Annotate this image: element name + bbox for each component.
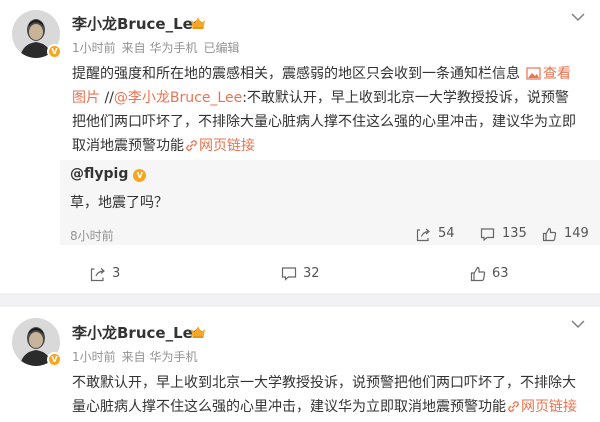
share-icon — [90, 268, 105, 282]
thumbs-up-icon — [542, 227, 557, 242]
retweet-text: 草，地震了吗？ — [70, 195, 168, 211]
verified-badge-icon: V — [47, 44, 62, 59]
thumbs-up-icon — [470, 266, 486, 282]
retweet-username-text[interactable]: @flypig — [70, 166, 128, 182]
chevron-down-icon[interactable] — [571, 319, 585, 329]
retweet-time[interactable]: 8小时前 — [70, 227, 114, 244]
retweet-username[interactable]: @flypig V — [70, 166, 147, 182]
comment-count: 32 — [303, 266, 320, 281]
comment-icon — [480, 228, 495, 242]
edited-label[interactable]: 已编辑 — [203, 41, 239, 55]
post-time[interactable]: 1小时前 — [72, 41, 116, 55]
post-body: 提醒的强度和所在地的震感相关，震感弱的地区只会收到一条通知栏信息 查看 图片 //… — [72, 62, 592, 158]
mention-link[interactable]: @李小龙Bruce_Lee — [114, 90, 242, 106]
chevron-down-icon[interactable] — [571, 12, 585, 22]
view-image-link-cont[interactable]: 图片 — [72, 90, 100, 106]
post-actions-bar: 3 32 63 — [0, 262, 600, 286]
repost-count: 54 — [438, 226, 455, 241]
like-count: 149 — [564, 226, 589, 241]
like-count: 63 — [492, 266, 509, 281]
post-meta: 1小时前 来自 华为手机 — [72, 348, 203, 365]
comment-icon — [281, 267, 297, 281]
post-time[interactable]: 1小时前 — [72, 350, 116, 364]
post-text-line: 不敢默认开，早上收到北京一大学教授投诉，说预警把他们两口吓坏了，不排除大 — [72, 375, 576, 391]
verified-badge-icon: V — [47, 352, 62, 367]
comment-count: 135 — [502, 226, 527, 241]
post-meta: 1小时前 来自 华为手机 已编辑 — [72, 39, 245, 56]
repost-separator: // — [100, 90, 114, 106]
post-body: 不敢默认开，早上收到北京一大学教授投诉，说预警把他们两口吓坏了，不排除大 量心脏… — [72, 371, 592, 419]
web-link[interactable]: 网页链接 — [521, 399, 577, 415]
post-source: 来自 华为手机 — [121, 350, 198, 364]
post-source: 来自 华为手机 — [121, 41, 198, 55]
image-icon — [526, 67, 541, 80]
post-text-line: :不敢默认开，早上收到北京一大学教授投诉，说预警 — [242, 90, 569, 106]
link-icon — [508, 401, 519, 412]
weibo-post-card: V 李小龙Bruce_Lee 1小时前 来自 华为手机 已编辑 提醒的强度和所在地的… — [0, 0, 600, 293]
verified-orange-icon: V — [133, 169, 147, 182]
web-link[interactable]: 网页链接 — [199, 138, 255, 154]
post-username[interactable]: 李小龙Bruce_Lee — [72, 322, 203, 343]
post-username[interactable]: 李小龙Bruce_Lee — [72, 13, 203, 34]
post-text-line: 提醒的强度和所在地的震感相关，震感弱的地区只会收到一条通知栏信息 — [72, 66, 520, 82]
repost-count: 3 — [112, 266, 121, 281]
post-text-line: 取消地震预警功能 — [72, 138, 184, 154]
view-image-link[interactable]: 查看 — [543, 66, 571, 82]
vip-crown-icon — [191, 326, 205, 338]
retweet-block: @flypig V 草，地震了吗？ 8小时前 54 135 149 — [60, 160, 600, 245]
link-icon — [186, 140, 197, 151]
vip-crown-icon — [191, 17, 205, 29]
weibo-post-card: V 李小龙Bruce_Lee 1小时前 来自 华为手机 不敢默认开，早上收到北京一… — [0, 307, 600, 422]
post-text-line: 量心脏病人撑不住这么强的心里冲击，建议华为立即取消地震预警功能 — [72, 399, 506, 415]
share-icon — [416, 228, 430, 242]
post-text-line: 把他们两口吓坏了，不排除大量心脏病人撑不住这么强的心里冲击，建议华为立即 — [72, 114, 576, 130]
